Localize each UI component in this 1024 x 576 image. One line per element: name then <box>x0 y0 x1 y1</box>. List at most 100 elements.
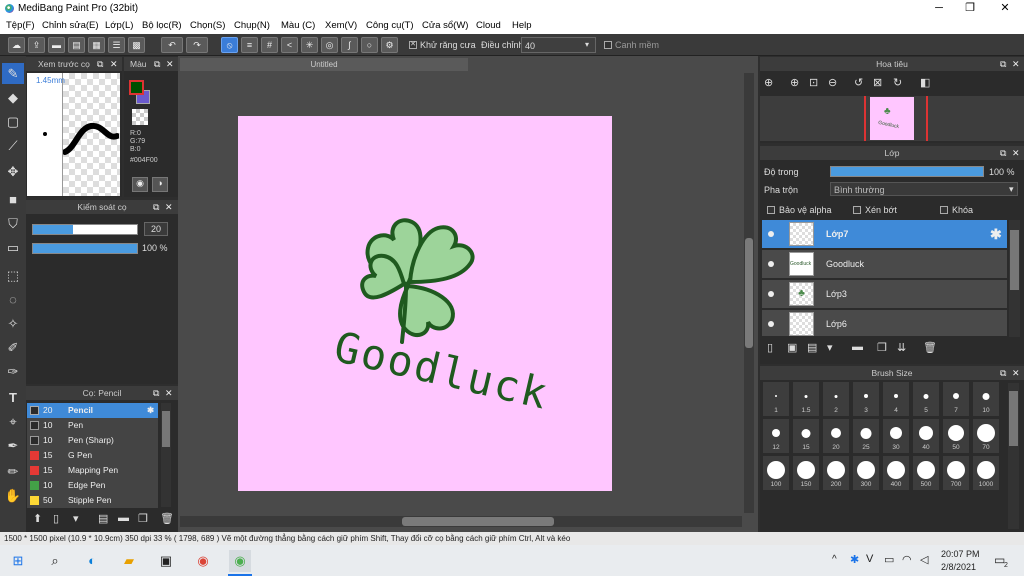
document-canvas[interactable]: Goodluck <box>238 116 612 491</box>
flip-icon[interactable]: ◧ <box>920 76 930 89</box>
layer-scrollbar[interactable] <box>1009 220 1020 337</box>
clock-time[interactable]: 20:07 PM <box>941 549 980 559</box>
visibility-icon[interactable] <box>768 231 774 237</box>
merge-layer-icon[interactable]: ⇊ <box>897 341 906 354</box>
chrome-icon[interactable]: ◉ <box>192 550 214 572</box>
brush-size-preset[interactable]: 2 <box>822 381 850 417</box>
brush-size-preset[interactable]: 3 <box>852 381 880 417</box>
shape-tool-icon[interactable]: ■ <box>2 189 24 210</box>
visibility-icon[interactable] <box>768 321 774 327</box>
snap-off-icon[interactable]: ⦸ <box>221 37 238 53</box>
document-icon[interactable]: ▦ <box>88 37 105 53</box>
zoom-out-icon[interactable]: ⊖ <box>828 76 837 89</box>
new-8bit-layer-icon[interactable]: ▤ <box>807 341 817 354</box>
vanish-snap-icon[interactable]: < <box>281 37 298 53</box>
undo-icon[interactable]: ↶ <box>161 37 183 53</box>
cloud-icon[interactable]: ☁ <box>8 37 25 53</box>
brush-size-preset[interactable]: 150 <box>792 455 820 491</box>
brush-item-stipple-pen[interactable]: 50 Stipple Pen <box>27 493 158 508</box>
redo-icon[interactable]: ↷ <box>186 37 208 53</box>
brush-size-preset[interactable]: 25 <box>852 418 880 454</box>
hand-tool-icon[interactable]: ✋ <box>2 485 24 506</box>
eraser-tool-icon[interactable]: ◆ <box>2 87 24 108</box>
add-brush-icon[interactable]: ⬆ <box>33 512 42 525</box>
smooth-checkbox[interactable] <box>604 41 612 49</box>
store-icon[interactable]: ▣ <box>155 550 177 572</box>
lasso-tool-icon[interactable]: ◌ <box>2 289 24 310</box>
layer-opacity-slider[interactable] <box>830 166 984 177</box>
brush-item-mapping-pen[interactable]: 15 Mapping Pen <box>27 463 158 478</box>
select-tool-icon[interactable]: ⬚ <box>2 265 24 286</box>
float-icon[interactable]: ⧉ <box>1000 366 1006 380</box>
brush-size-preset[interactable]: 10 <box>972 381 1000 417</box>
brush-item-pen[interactable]: 10 Pen <box>27 418 158 433</box>
fit-icon[interactable]: ⊡ <box>809 76 818 89</box>
curve-snap-icon[interactable]: ∫ <box>341 37 358 53</box>
float-icon[interactable]: ⧉ <box>1000 57 1006 71</box>
menu-view[interactable]: Xem(V) <box>325 20 357 31</box>
layer-row[interactable]: Lớp7 ✱ <box>762 220 1007 249</box>
brush-size-value[interactable]: 20 <box>144 222 168 236</box>
ellipse-snap-icon[interactable]: ○ <box>361 37 378 53</box>
navigator-preview[interactable]: ♣ Goodluck <box>760 96 1024 141</box>
new-halftone-layer-icon[interactable]: ▣ <box>787 341 797 354</box>
brush-tool-icon[interactable]: ✎ <box>2 63 24 84</box>
float-icon[interactable]: ⧉ <box>153 200 159 214</box>
menu-tools[interactable]: Công cụ(T) <box>366 20 414 31</box>
close-icon[interactable]: ✕ <box>1012 146 1020 160</box>
visibility-icon[interactable] <box>768 291 774 297</box>
menu-window[interactable]: Cửa sổ(W) <box>422 20 468 31</box>
delete-layer-icon[interactable]: 🗑 <box>923 341 937 354</box>
brush-opacity-slider[interactable] <box>32 243 138 254</box>
brush-item-g-pen[interactable]: 15 G Pen <box>27 448 158 463</box>
pen-tool-icon[interactable]: ✏ <box>2 461 24 482</box>
menu-snap[interactable]: Chụp(N) <box>234 20 270 31</box>
wifi-icon[interactable]: ◠ <box>902 553 912 566</box>
rotate-left-icon[interactable]: ↺ <box>854 76 863 89</box>
gear-icon[interactable]: ✱ <box>990 226 1002 243</box>
brush-menu-icon[interactable]: ▾ <box>73 512 79 525</box>
document-tab[interactable]: Untitled <box>180 58 468 71</box>
fill-tool-icon[interactable]: ⛉ <box>2 213 24 234</box>
menu-edit[interactable]: Chỉnh sửa(E) <box>42 20 99 31</box>
select-pen-icon[interactable]: ✐ <box>2 337 24 358</box>
start-windows-icon[interactable]: ⊞ <box>7 550 29 572</box>
line-tool-icon[interactable]: ⟋ <box>2 135 24 156</box>
antialias-checkbox[interactable]: ✕ <box>409 41 417 49</box>
divide-tool-icon[interactable]: ⌖ <box>2 411 24 432</box>
menu-color[interactable]: Màu (C) <box>281 20 315 31</box>
layer-row[interactable]: Goodluck Goodluck <box>762 250 1007 279</box>
float-icon[interactable]: ⧉ <box>153 386 159 400</box>
brush-size-preset[interactable]: 70 <box>972 418 1000 454</box>
add-layer-menu-icon[interactable]: ▾ <box>827 341 833 354</box>
menu-filter[interactable]: Bộ lọc(R) <box>142 20 182 31</box>
list-icon[interactable]: ☰ <box>108 37 125 53</box>
bluetooth-icon[interactable]: ✱ <box>850 553 859 566</box>
brush-size-preset[interactable]: 40 <box>912 418 940 454</box>
radial-snap-icon[interactable]: ✳ <box>301 37 318 53</box>
file-explorer-icon[interactable]: ▰ <box>118 550 140 572</box>
volume-icon[interactable]: ◁ <box>920 553 928 566</box>
delete-icon[interactable]: 🗑 <box>160 512 174 525</box>
circle-snap-icon[interactable]: ◎ <box>321 37 338 53</box>
menu-cloud[interactable]: Cloud <box>476 20 501 31</box>
horizontal-scrollbar[interactable] <box>180 516 742 527</box>
reset-icon[interactable]: ⊠ <box>873 76 882 89</box>
brush-item-pencil[interactable]: 20 Pencil ✱ <box>27 403 158 418</box>
visibility-icon[interactable] <box>768 261 774 267</box>
foreground-color-swatch[interactable] <box>129 80 144 95</box>
brush-size-preset[interactable]: 7 <box>942 381 970 417</box>
close-icon[interactable]: ✕ <box>166 57 174 71</box>
menu-layer[interactable]: Lớp(L) <box>105 20 133 31</box>
adjust-select[interactable]: 40 ▾ <box>521 37 596 53</box>
float-icon[interactable]: ⧉ <box>97 57 103 71</box>
clock-date[interactable]: 2/8/2021 <box>941 562 976 572</box>
brush-item-pen-sharp[interactable]: 10 Pen (Sharp) <box>27 433 158 448</box>
close-icon[interactable]: ✕ <box>1012 57 1020 71</box>
share-icon[interactable]: ⇪ <box>28 37 45 53</box>
duplicate-icon[interactable]: ❐ <box>138 512 148 525</box>
layer-row[interactable]: Lớp6 <box>762 310 1007 337</box>
brush-size-preset[interactable]: 200 <box>822 455 850 491</box>
medibang-icon[interactable]: ◉ <box>229 550 251 572</box>
rotate-right-icon[interactable]: ↻ <box>893 76 902 89</box>
